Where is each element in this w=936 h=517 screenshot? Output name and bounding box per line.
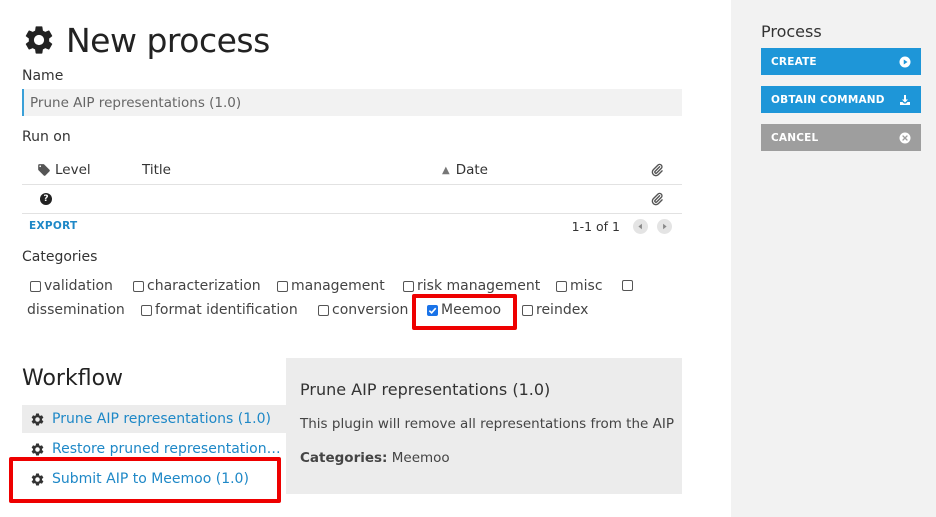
question-circle-icon: ?: [40, 193, 52, 205]
table-header: Level Title ▲ Date: [22, 156, 682, 185]
title-column-label: Title: [142, 162, 171, 178]
chevron-right-icon: [663, 223, 667, 230]
chevron-left-icon: [638, 223, 642, 230]
name-field[interactable]: [22, 89, 682, 116]
page-title: New process: [22, 18, 270, 62]
cancel-button[interactable]: CANCEL: [761, 124, 921, 151]
category-validation[interactable]: validation: [30, 276, 113, 296]
category-dissemination[interactable]: dissemination: [27, 300, 125, 320]
close-circle-icon: [899, 132, 911, 143]
category-format-identification[interactable]: format identification: [141, 300, 298, 320]
checkbox[interactable]: [277, 280, 288, 292]
cancel-button-label: CANCEL: [771, 131, 819, 144]
title-column-header[interactable]: Title: [142, 156, 171, 184]
checkbox[interactable]: [403, 280, 414, 292]
categories-label: Categories: [22, 249, 98, 265]
level-column-header[interactable]: Level: [37, 156, 91, 184]
process-sidebar: Process CREATE OBTAIN COMMAND CANCEL: [731, 0, 936, 517]
next-page-button[interactable]: [657, 219, 672, 234]
category-risk-management[interactable]: risk management: [403, 276, 540, 296]
gear-icon: [31, 442, 44, 455]
sort-ascending-icon: ▲: [442, 164, 450, 176]
plugin-detail-panel: Prune AIP representations (1.0) This plu…: [286, 358, 682, 494]
new-process-page: New process Name Run on Level Title ▲ Da…: [0, 0, 936, 517]
level-cell: ?: [40, 185, 52, 213]
sidebar-title: Process: [761, 22, 822, 41]
create-button[interactable]: CREATE: [761, 48, 921, 75]
page-title-text: New process: [66, 20, 270, 60]
date-column-header[interactable]: ▲ Date: [442, 156, 488, 184]
plugin-detail-categories: Categories: Meemoo: [300, 450, 450, 466]
checkbox[interactable]: [141, 304, 152, 316]
create-button-label: CREATE: [771, 55, 817, 68]
category-dissemination-checkbox[interactable]: [622, 280, 633, 291]
run-on-label: Run on: [22, 129, 71, 145]
category-misc[interactable]: misc: [556, 276, 603, 296]
play-circle-icon: [899, 56, 911, 67]
name-label: Name: [22, 68, 64, 84]
paperclip-icon: [651, 192, 663, 206]
date-column-label: Date: [455, 162, 488, 178]
category-characterization[interactable]: characterization: [133, 276, 261, 296]
highlight-box-meemoo: [412, 294, 517, 330]
checkbox[interactable]: [30, 280, 41, 292]
export-link[interactable]: EXPORT: [29, 220, 77, 232]
paperclip-icon: [651, 163, 663, 177]
gear-icon: [25, 26, 53, 54]
previous-page-button[interactable]: [633, 219, 648, 234]
category-conversion[interactable]: conversion: [318, 300, 408, 320]
workflow-item-label: Restore pruned representations (1.0): [52, 441, 286, 457]
workflow-item-prune[interactable]: Prune AIP representations (1.0): [22, 405, 286, 433]
category-management[interactable]: management: [277, 276, 385, 296]
plugin-detail-categories-label: Categories:: [300, 450, 388, 466]
category-reindex[interactable]: reindex: [522, 300, 588, 320]
obtain-command-button-label: OBTAIN COMMAND: [771, 93, 885, 106]
table-footer: EXPORT 1-1 of 1: [22, 216, 682, 238]
workflow-item-label: Prune AIP representations (1.0): [52, 411, 271, 427]
checkbox[interactable]: [522, 304, 533, 316]
checkbox[interactable]: [556, 280, 567, 292]
level-column-label: Level: [55, 162, 91, 178]
checkbox[interactable]: [133, 280, 144, 292]
tag-icon: [38, 164, 50, 176]
attachments-cell: [650, 185, 664, 213]
download-icon: [900, 94, 910, 105]
plugin-detail-description: This plugin will remove all representati…: [300, 416, 674, 432]
pagination-text: 1-1 of 1: [571, 219, 620, 234]
run-on-table: Level Title ▲ Date ?: [22, 156, 682, 214]
attachments-column-header: [650, 156, 664, 184]
plugin-detail-categories-value: Meemoo: [391, 450, 450, 466]
highlight-box-submit-meemoo: [9, 457, 281, 503]
checkbox[interactable]: [318, 304, 329, 316]
gear-icon: [31, 412, 44, 425]
table-row[interactable]: ?: [22, 185, 682, 214]
obtain-command-button[interactable]: OBTAIN COMMAND: [761, 86, 921, 113]
plugin-detail-title: Prune AIP representations (1.0): [300, 380, 551, 399]
workflow-heading: Workflow: [22, 366, 124, 391]
